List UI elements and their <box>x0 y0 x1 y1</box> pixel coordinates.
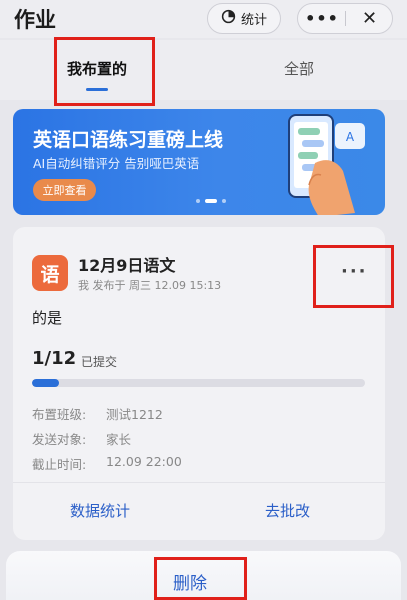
phone-hand-illustration: A <box>288 114 365 215</box>
info-label: 布置班级: <box>32 407 87 422</box>
progress-fill <box>32 379 59 387</box>
info-value: 测试1212 <box>106 407 163 422</box>
pagination-dot-active <box>205 199 217 203</box>
submit-label: 已提交 <box>81 355 118 369</box>
go-grade-button[interactable]: 去批改 <box>265 500 310 521</box>
homework-meta: 我 发布于 周三 12.09 15:13 <box>78 279 222 292</box>
pagination-dot <box>222 199 226 203</box>
svg-text:A: A <box>346 130 355 144</box>
page-title: 作业 <box>14 8 56 32</box>
app-header: 作业 统计 ••• ✕ <box>0 0 407 38</box>
banner-subtitle: AI自动纠错评分 告别哑巴英语 <box>33 156 200 171</box>
homework-content: 的是 <box>32 309 63 327</box>
close-icon: ✕ <box>361 8 378 29</box>
info-row-target: 发送对象: 家长 <box>32 429 131 448</box>
info-row-deadline: 截止时间: 12.09 22:00 <box>32 454 182 473</box>
submission-progress-bar <box>32 379 365 387</box>
homework-title: 12月9日语文 <box>78 256 176 275</box>
tab-all[interactable]: 全部 <box>284 58 314 79</box>
info-value: 家长 <box>106 432 132 447</box>
subject-chinese-icon: 语 <box>32 255 68 291</box>
info-label: 发送对象: <box>32 432 87 447</box>
close-button[interactable]: ✕ <box>346 4 393 33</box>
more-menu-button[interactable]: ••• <box>298 4 346 33</box>
banner-view-button[interactable]: 立即查看 <box>33 179 96 201</box>
stats-button[interactable]: 统计 <box>207 3 281 34</box>
card-divider <box>13 482 385 483</box>
pagination-dot <box>196 199 200 203</box>
stats-button-label: 统计 <box>240 13 267 28</box>
banner-pagination <box>196 199 226 203</box>
info-value: 12.09 22:00 <box>106 454 182 469</box>
more-dots-icon: ••• <box>305 9 339 28</box>
highlight-box-more <box>313 245 394 308</box>
info-label: 截止时间: <box>32 457 87 472</box>
info-row-class: 布置班级: 测试1212 <box>32 404 163 423</box>
banner-title: 英语口语练习重磅上线 <box>33 129 224 151</box>
promo-banner[interactable]: 英语口语练习重磅上线 AI自动纠错评分 告别哑巴英语 立即查看 A <box>13 109 385 215</box>
highlight-box-delete <box>154 557 247 600</box>
submit-count: 1/12 <box>32 348 77 369</box>
mini-program-capsule: ••• ✕ <box>297 3 393 34</box>
data-stats-button[interactable]: 数据统计 <box>70 500 130 521</box>
highlight-box-tab <box>54 37 155 106</box>
pie-chart-icon <box>221 9 236 28</box>
